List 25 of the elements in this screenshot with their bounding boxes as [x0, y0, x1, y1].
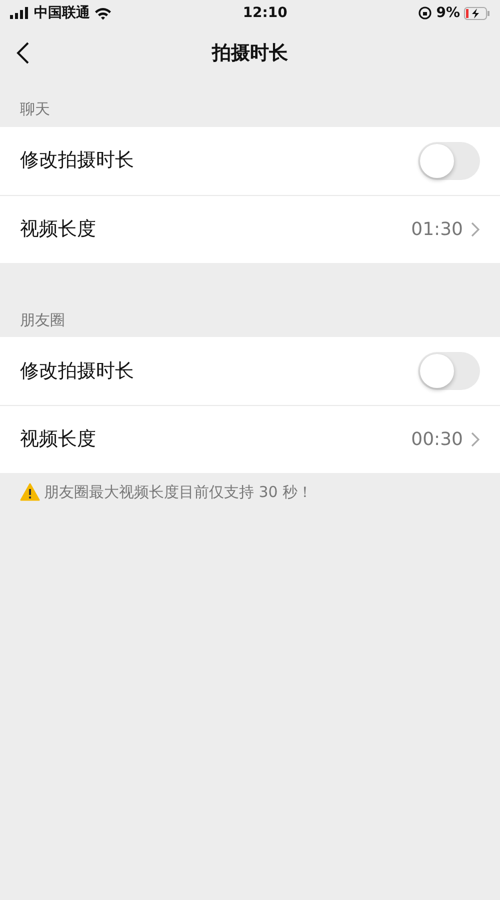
- setting-value: 00:30: [411, 428, 463, 452]
- chevron-icon: [471, 222, 480, 236]
- setting-row[interactable]: 视频长度 00:30: [0, 405, 500, 473]
- status-time: 12:10: [242, 4, 288, 22]
- chevron-icon: [471, 432, 480, 447]
- battery-icon: [464, 6, 490, 20]
- signal-icon: [10, 7, 30, 19]
- back-button[interactable]: [16, 40, 30, 65]
- setting-label: 修改拍摄时长: [20, 148, 134, 174]
- setting-label: 视频长度: [20, 216, 96, 242]
- toggle-switch[interactable]: [418, 352, 480, 390]
- section-header: 朋友圈: [20, 310, 65, 328]
- rotation-lock-icon: [418, 6, 432, 20]
- battery-percent: 9%: [436, 4, 460, 22]
- setting-value: 01:30: [411, 218, 463, 242]
- warning-note: 朋友圈最大视频长度目前仅支持 30 秒！: [44, 482, 313, 503]
- page-title: 拍摄时长: [212, 40, 288, 66]
- setting-label: 视频长度: [20, 427, 96, 452]
- setting-label: 修改拍摄时长: [20, 358, 134, 384]
- wifi-icon: [94, 6, 112, 20]
- setting-row[interactable]: 视频长度 01:30: [0, 194, 500, 262]
- section-header: 聊天: [20, 100, 50, 118]
- warning-icon: [20, 483, 40, 502]
- toggle-switch[interactable]: [418, 142, 480, 180]
- carrier-name: 中国联通: [34, 4, 90, 22]
